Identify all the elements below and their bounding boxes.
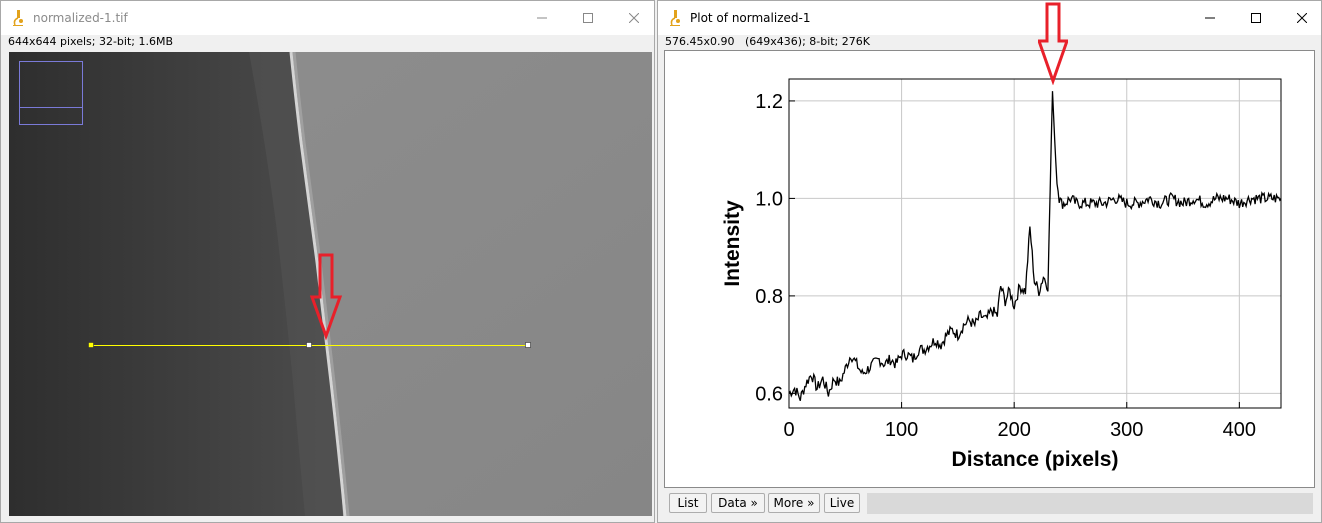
peak-annotation-arrow (1038, 2, 1068, 85)
close-icon (1297, 13, 1307, 23)
maximize-button[interactable] (1233, 5, 1279, 31)
line-handle-start[interactable] (88, 342, 94, 348)
line-handle-end[interactable] (525, 342, 531, 348)
close-icon (629, 13, 639, 23)
window-title: Plot of normalized-1 (690, 11, 811, 25)
list-button[interactable]: List (669, 493, 707, 513)
minimize-icon (1205, 17, 1215, 19)
x-tick-label: 300 (1110, 419, 1143, 441)
maximize-button[interactable] (565, 5, 611, 31)
microscope-icon (13, 10, 23, 26)
line-handle-middle[interactable] (306, 342, 312, 348)
data-button[interactable]: Data » (711, 493, 765, 513)
y-axis-label: Intensity (721, 200, 744, 287)
close-button[interactable] (1279, 5, 1322, 31)
minimize-button[interactable] (519, 5, 565, 31)
title-bar[interactable]: Plot of normalized-1 (658, 1, 1321, 35)
intensity-profile-line (788, 91, 1282, 402)
more-button[interactable]: More » (768, 493, 820, 513)
maximize-icon (583, 13, 593, 23)
minimize-icon (537, 17, 547, 19)
plot-info: 576.45x0.90 (649x436); 8-bit; 276K (665, 35, 870, 48)
x-tick-label: 400 (1223, 419, 1256, 441)
y-tick-label: 1.2 (755, 91, 783, 113)
live-button[interactable]: Live (824, 493, 860, 513)
profile-chart: 0 100 200 300 400 0.6 0.8 1.0 1.2 Distance (pixe… (721, 78, 1282, 471)
maximize-icon (1251, 13, 1261, 23)
micrograph-image (9, 52, 652, 516)
x-axis-label: Distance (pixels) (952, 448, 1119, 471)
image-window: normalized-1.tif 644x644 pixels; 32-bit;… (0, 0, 655, 523)
x-tick-label: 200 (997, 419, 1030, 441)
title-bar[interactable]: normalized-1.tif (1, 1, 654, 35)
plot-window: Plot of normalized-1 576.45x0.90 (649x43… (657, 0, 1322, 523)
image-canvas[interactable] (9, 52, 652, 516)
x-tick-label: 100 (885, 419, 918, 441)
y-tick-label: 0.6 (755, 383, 783, 405)
plot-status-bar (867, 493, 1313, 514)
y-tick-label: 1.0 (755, 188, 783, 210)
microscope-icon (670, 10, 680, 26)
close-button[interactable] (611, 5, 657, 31)
y-tick-label: 0.8 (755, 286, 783, 308)
minimize-button[interactable] (1187, 5, 1233, 31)
image-info: 644x644 pixels; 32-bit; 1.6MB (8, 35, 174, 48)
x-tick-label: 0 (783, 419, 794, 441)
window-title: normalized-1.tif (33, 11, 128, 25)
plot-area[interactable]: 0 100 200 300 400 0.6 0.8 1.0 1.2 Distance (pixe… (664, 50, 1315, 488)
